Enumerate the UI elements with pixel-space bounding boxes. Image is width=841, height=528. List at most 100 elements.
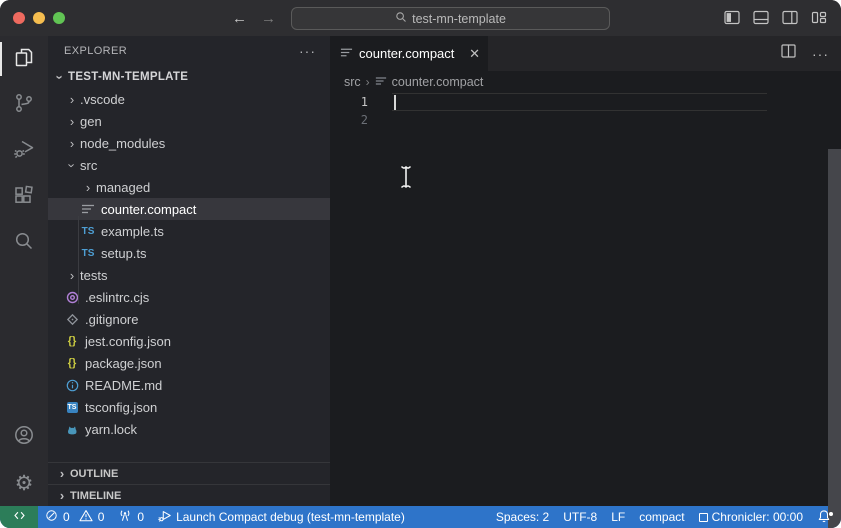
code-editor[interactable]: 1 2 bbox=[330, 93, 841, 506]
tree-item-label: gen bbox=[80, 114, 102, 129]
tree-item-yarn-lock[interactable]: yarn.lock bbox=[48, 418, 330, 440]
activity-accounts[interactable] bbox=[0, 414, 48, 460]
eol-item[interactable]: LF bbox=[604, 506, 632, 528]
remote-indicator[interactable] bbox=[0, 506, 38, 528]
editor-scrollbar[interactable] bbox=[828, 149, 841, 528]
forward-button[interactable]: → bbox=[261, 10, 276, 27]
language-mode-item[interactable]: compact bbox=[632, 506, 691, 528]
encoding-item[interactable]: UTF-8 bbox=[556, 506, 604, 528]
timeline-section-header[interactable]: › TIMELINE bbox=[48, 484, 330, 506]
activity-search[interactable] bbox=[0, 220, 48, 266]
breadcrumb-file[interactable]: counter.compact bbox=[392, 75, 484, 89]
layout-controls bbox=[724, 10, 827, 30]
command-center-search[interactable]: test-mn-template bbox=[291, 7, 610, 30]
outline-section-header[interactable]: › OUTLINE bbox=[48, 462, 330, 484]
activity-bar: ⚙ bbox=[0, 36, 48, 506]
chevron-down-icon: › bbox=[65, 157, 80, 173]
chevron-down-icon: › bbox=[53, 69, 68, 85]
indentation-item[interactable]: Spaces: 2 bbox=[489, 506, 556, 528]
chronicler-label: Chronicler: 00:00 bbox=[712, 510, 803, 524]
tree-item-label: tests bbox=[80, 268, 107, 283]
problems-indicator[interactable]: 0 0 bbox=[38, 506, 111, 528]
source-control-icon bbox=[12, 91, 36, 120]
settings-gear-icon: ⚙ bbox=[15, 473, 34, 494]
status-bar-right: Spaces: 2 UTF-8 LF compact Chronicler: 0… bbox=[489, 506, 841, 528]
close-tab-icon[interactable]: ✕ bbox=[469, 46, 480, 62]
traffic-lights bbox=[13, 12, 65, 24]
debug-launch-item[interactable]: Launch Compact debug (test-mn-template) bbox=[151, 506, 412, 528]
notifications-item[interactable] bbox=[810, 509, 841, 526]
tree-item-jest-config[interactable]: {} jest.config.json bbox=[48, 330, 330, 352]
typescript-icon: TS bbox=[80, 226, 96, 237]
tree-item-example-ts[interactable]: TS example.ts bbox=[48, 220, 330, 242]
radio-tower-icon bbox=[118, 509, 132, 525]
minimize-window-button[interactable] bbox=[33, 12, 45, 24]
tree-item-label: yarn.lock bbox=[85, 422, 137, 437]
breadcrumb: src › counter.compact bbox=[330, 71, 841, 93]
tree-item-tests[interactable]: › tests bbox=[48, 264, 330, 286]
tree-item-gitignore[interactable]: .gitignore bbox=[48, 308, 330, 330]
line-number: 2 bbox=[330, 111, 376, 129]
tree-item-node-modules[interactable]: › node_modules bbox=[48, 132, 330, 154]
notification-dot bbox=[829, 512, 833, 516]
search-icon bbox=[395, 11, 407, 26]
activity-source-control[interactable] bbox=[0, 82, 48, 128]
tree-item-tsconfig[interactable]: TS tsconfig.json bbox=[48, 396, 330, 418]
tree-item-label: .eslintrc.cjs bbox=[85, 290, 149, 305]
git-icon bbox=[64, 313, 80, 326]
tree-item-label: .gitignore bbox=[85, 312, 138, 327]
activity-run-debug[interactable] bbox=[0, 128, 48, 174]
tab-label: counter.compact bbox=[359, 46, 454, 61]
json-icon: {} bbox=[64, 357, 80, 369]
tree-item-label: node_modules bbox=[80, 136, 165, 151]
tab-counter-compact[interactable]: counter.compact ✕ bbox=[330, 36, 488, 71]
tree-item-package-json[interactable]: {} package.json bbox=[48, 352, 330, 374]
split-editor-icon[interactable] bbox=[781, 44, 796, 63]
chevron-right-icon: › bbox=[54, 466, 70, 481]
more-actions-icon[interactable]: ··· bbox=[812, 46, 829, 62]
language-label: compact bbox=[639, 510, 684, 524]
text-caret bbox=[394, 95, 396, 110]
ports-count: 0 bbox=[137, 510, 144, 524]
customize-layout-icon[interactable] bbox=[811, 10, 827, 30]
chronicler-item[interactable]: Chronicler: 00:00 bbox=[692, 506, 810, 528]
warning-icon bbox=[79, 509, 93, 525]
activity-extensions[interactable] bbox=[0, 174, 48, 220]
list-file-icon bbox=[375, 75, 387, 90]
json-icon: {} bbox=[64, 335, 80, 347]
status-bar: 0 0 0 Launch Compact debug (test-mn-temp… bbox=[0, 506, 841, 528]
typescript-icon: TS bbox=[80, 248, 96, 259]
activity-settings[interactable]: ⚙ bbox=[0, 460, 48, 506]
toggle-secondary-sidebar-icon[interactable] bbox=[782, 10, 798, 30]
tree-root-test-mn-template[interactable]: › TEST-MN-TEMPLATE bbox=[48, 66, 330, 88]
tree-item-label: setup.ts bbox=[101, 246, 147, 261]
chevron-right-icon: › bbox=[64, 92, 80, 107]
tree-item-gen[interactable]: › gen bbox=[48, 110, 330, 132]
tree-item-counter-compact[interactable]: counter.compact bbox=[48, 198, 330, 220]
tree-item-eslintrc[interactable]: .eslintrc.cjs bbox=[48, 286, 330, 308]
zoom-window-button[interactable] bbox=[53, 12, 65, 24]
explorer-more-actions[interactable]: ··· bbox=[299, 43, 316, 59]
breadcrumb-folder[interactable]: src bbox=[344, 75, 361, 89]
tree-root-label: TEST-MN-TEMPLATE bbox=[68, 71, 188, 83]
ports-indicator[interactable]: 0 bbox=[111, 506, 151, 528]
tab-strip: counter.compact ✕ ··· bbox=[330, 36, 841, 71]
tree-item-label: counter.compact bbox=[101, 202, 196, 217]
toggle-panel-icon[interactable] bbox=[753, 10, 769, 30]
activity-explorer[interactable] bbox=[0, 36, 48, 82]
tree-item-vscode[interactable]: › .vscode bbox=[48, 88, 330, 110]
tree-item-setup-ts[interactable]: TS setup.ts bbox=[48, 242, 330, 264]
files-explorer-icon bbox=[12, 45, 36, 74]
encoding-label: UTF-8 bbox=[563, 510, 597, 524]
back-button[interactable]: ← bbox=[232, 10, 247, 27]
outline-label: OUTLINE bbox=[70, 468, 118, 480]
indent-guide bbox=[78, 216, 79, 304]
tree-item-src[interactable]: › src bbox=[48, 154, 330, 176]
explorer-header: EXPLORER ··· bbox=[48, 36, 330, 66]
tsconfig-icon: TS bbox=[64, 402, 80, 413]
debug-launch-label: Launch Compact debug (test-mn-template) bbox=[176, 510, 405, 524]
close-window-button[interactable] bbox=[13, 12, 25, 24]
tree-item-managed[interactable]: › managed bbox=[48, 176, 330, 198]
tree-item-readme[interactable]: README.md bbox=[48, 374, 330, 396]
toggle-primary-sidebar-icon[interactable] bbox=[724, 10, 740, 30]
